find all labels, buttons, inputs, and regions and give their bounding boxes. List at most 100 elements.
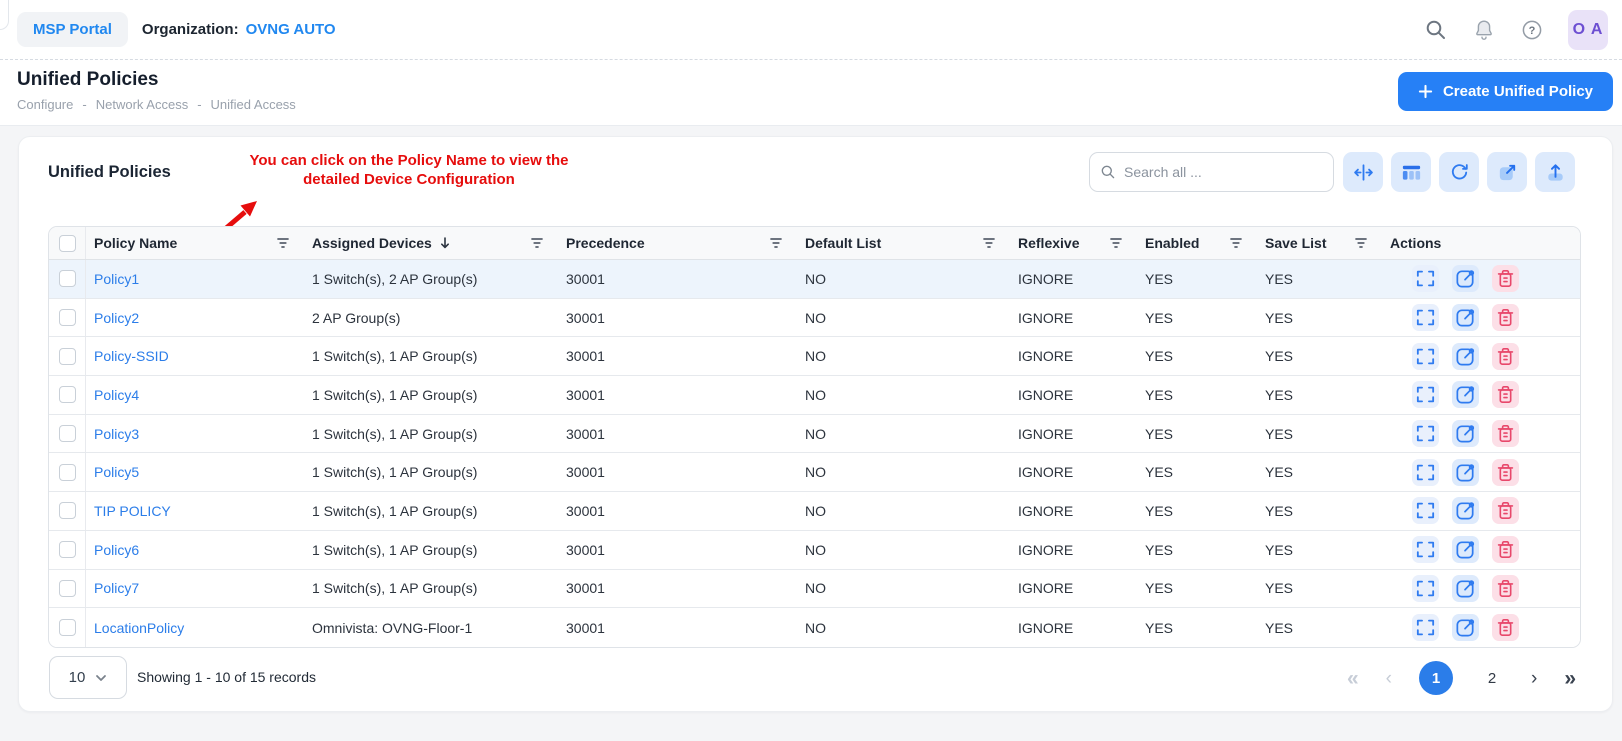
row-checkbox[interactable] (59, 348, 76, 365)
filter-icon[interactable] (1354, 237, 1368, 249)
expand-policy-button[interactable] (1412, 459, 1439, 486)
policy-name-link[interactable]: LocationPolicy (94, 620, 184, 636)
delete-policy-button[interactable] (1492, 575, 1519, 602)
edit-policy-button[interactable] (1452, 343, 1479, 370)
policy-name-link[interactable]: Policy2 (94, 310, 139, 326)
create-unified-policy-button[interactable]: Create Unified Policy (1398, 72, 1613, 111)
filter-icon[interactable] (982, 237, 996, 249)
annotation-text: You can click on the Policy Name to view… (199, 151, 619, 189)
delete-policy-button[interactable] (1492, 265, 1519, 292)
breadcrumb-separator: - (197, 97, 201, 112)
create-button-label: Create Unified Policy (1443, 83, 1593, 100)
expand-policy-button[interactable] (1412, 304, 1439, 331)
organization-value-link[interactable]: OVNG AUTO (246, 21, 336, 38)
row-checkbox[interactable] (59, 386, 76, 403)
policy-name-link[interactable]: Policy4 (94, 387, 139, 403)
edit-policy-button[interactable] (1452, 304, 1479, 331)
policy-name-link[interactable]: Policy6 (94, 542, 139, 558)
edit-policy-button[interactable] (1452, 575, 1479, 602)
expand-policy-button[interactable] (1412, 265, 1439, 292)
policy-name-link[interactable]: Policy7 (94, 580, 139, 596)
upload-button[interactable] (1535, 152, 1575, 192)
expand-policy-button[interactable] (1412, 343, 1439, 370)
search-icon (1100, 164, 1116, 180)
enabled-value: YES (1137, 503, 1257, 519)
row-checkbox[interactable] (59, 309, 76, 326)
policy-name-link[interactable]: Policy5 (94, 464, 139, 480)
trash-icon (1494, 461, 1517, 484)
page-button-1[interactable]: 1 (1419, 661, 1453, 695)
edit-policy-button[interactable] (1452, 536, 1479, 563)
row-checkbox[interactable] (59, 619, 76, 636)
filter-icon[interactable] (530, 237, 544, 249)
next-page-icon[interactable]: › (1531, 669, 1537, 688)
breadcrumb-network-access[interactable]: Network Access (96, 97, 188, 112)
delete-policy-button[interactable] (1492, 343, 1519, 370)
expand-icon (1414, 345, 1437, 368)
columns-button[interactable] (1391, 152, 1431, 192)
expand-policy-button[interactable] (1412, 497, 1439, 524)
notifications-bell-icon[interactable] (1472, 18, 1496, 42)
edit-policy-button[interactable] (1452, 265, 1479, 292)
policy-name-link[interactable]: Policy1 (94, 271, 139, 287)
open-in-new-button[interactable] (1487, 152, 1527, 192)
delete-policy-button[interactable] (1492, 497, 1519, 524)
policy-name-link[interactable]: TIP POLICY (94, 503, 171, 519)
breadcrumb-unified-access[interactable]: Unified Access (211, 97, 296, 112)
row-checkbox[interactable] (59, 425, 76, 442)
delete-policy-button[interactable] (1492, 614, 1519, 641)
expand-policy-button[interactable] (1412, 575, 1439, 602)
previous-page-icon[interactable]: ‹ (1386, 669, 1392, 688)
edit-policy-button[interactable] (1452, 420, 1479, 447)
sort-desc-icon[interactable] (439, 236, 451, 250)
edit-policy-button[interactable] (1452, 381, 1479, 408)
filter-icon[interactable] (769, 237, 783, 249)
expand-policy-button[interactable] (1412, 536, 1439, 563)
breadcrumb-configure[interactable]: Configure (17, 97, 73, 112)
expand-policy-button[interactable] (1412, 420, 1439, 447)
table-row: Policy7 1 Switch(s), 1 AP Group(s) 30001… (49, 570, 1580, 609)
page-button-2[interactable]: 2 (1480, 661, 1504, 695)
filter-icon[interactable] (1229, 237, 1243, 249)
breadcrumb: Configure - Network Access - Unified Acc… (17, 97, 1622, 112)
precedence-value: 30001 (558, 580, 797, 596)
row-checkbox[interactable] (59, 502, 76, 519)
row-checkbox[interactable] (59, 464, 76, 481)
enabled-value: YES (1137, 620, 1257, 636)
msp-portal-button[interactable]: MSP Portal (17, 12, 128, 47)
select-all-checkbox[interactable] (59, 235, 76, 252)
row-checkbox[interactable] (59, 541, 76, 558)
refresh-button[interactable] (1439, 152, 1479, 192)
edit-policy-button[interactable] (1452, 497, 1479, 524)
first-page-icon[interactable]: « (1347, 668, 1359, 689)
expand-policy-button[interactable] (1412, 381, 1439, 408)
search-input[interactable] (1124, 164, 1323, 180)
delete-policy-button[interactable] (1492, 459, 1519, 486)
last-page-icon[interactable]: » (1564, 668, 1576, 689)
delete-policy-button[interactable] (1492, 304, 1519, 331)
user-avatar[interactable]: O A (1568, 10, 1608, 50)
edit-policy-button[interactable] (1452, 459, 1479, 486)
filter-icon[interactable] (276, 237, 290, 249)
delete-policy-button[interactable] (1492, 420, 1519, 447)
page-size-select[interactable]: 10 (49, 656, 127, 699)
trash-icon (1494, 616, 1517, 639)
delete-policy-button[interactable] (1492, 536, 1519, 563)
table-search (1089, 152, 1334, 192)
save-list-value: YES (1257, 542, 1382, 558)
row-checkbox[interactable] (59, 270, 76, 287)
resize-columns-button[interactable] (1343, 152, 1383, 192)
default-list-value: NO (797, 464, 1010, 480)
delete-policy-button[interactable] (1492, 381, 1519, 408)
policy-name-link[interactable]: Policy3 (94, 426, 139, 442)
filter-icon[interactable] (1109, 237, 1123, 249)
policy-name-link[interactable]: Policy-SSID (94, 348, 169, 364)
precedence-value: 30001 (558, 426, 797, 442)
row-checkbox[interactable] (59, 580, 76, 597)
expand-policy-button[interactable] (1412, 614, 1439, 641)
assigned-devices-value: 1 Switch(s), 2 AP Group(s) (304, 271, 558, 287)
reflexive-value: IGNORE (1010, 620, 1137, 636)
help-icon[interactable]: ? (1520, 18, 1544, 42)
edit-policy-button[interactable] (1452, 614, 1479, 641)
search-icon[interactable] (1424, 18, 1448, 42)
